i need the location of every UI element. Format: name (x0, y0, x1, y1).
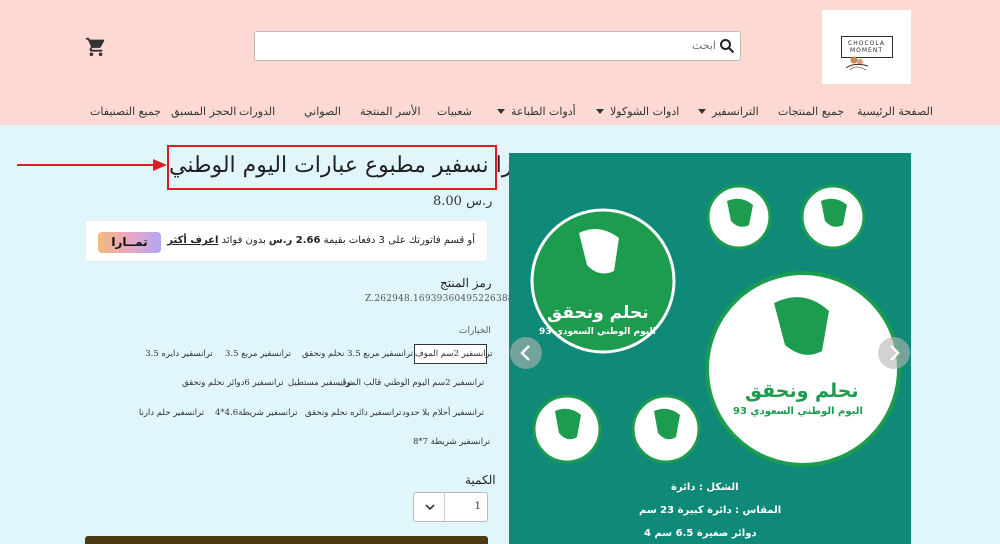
site-header: CHOCOLA MOMENT ابحث الصفحة الرئيسية جميع… (0, 0, 1000, 125)
image-subtitle-green: اليوم الوطني السعودي 93 (539, 327, 656, 337)
option-chip[interactable]: ترانسفير دائره نحلم ونحقق (305, 403, 401, 423)
image-slogan-green: نحلم ونحقق (547, 303, 649, 323)
nav-item-preorder[interactable]: الحجز المسبق (171, 102, 236, 120)
option-chip[interactable]: ترانسفير شريطة4.6*4 (215, 403, 298, 423)
product-title: ورق ترا نسفير مطبوع عبارات اليوم الوطني (169, 153, 566, 178)
annotation-arrow (17, 159, 167, 171)
option-chip[interactable]: ترانسفير 2سم الموف (414, 344, 493, 364)
nav-item-printing-tools[interactable]: أدوات الطباعة (497, 102, 576, 120)
tamara-text: أو قسم فاتورتك على 3 دفعات بقيمة 2.66 ر.… (167, 235, 475, 246)
tamara-widget: تمــارا أو قسم فاتورتك على 3 دفعات بقيمة… (85, 220, 488, 262)
image-spec-small: 4 دوائر صغيرة 6.5 سم (644, 528, 757, 539)
tamara-logo: تمــارا (98, 232, 161, 253)
product-price: 8.00 ر.س (433, 194, 493, 209)
chevron-down-icon (497, 108, 505, 114)
chevron-right-icon (890, 345, 900, 361)
slider-prev-button[interactable] (510, 337, 542, 369)
options-label: الخيارات (459, 326, 491, 336)
nav-item-productive-families[interactable]: الأسر المنتجة (360, 102, 421, 120)
quantity-select[interactable]: 1 (413, 492, 488, 522)
image-spec-size: المقاس : دائرة كبيرة 23 سم (639, 505, 782, 516)
quantity-label: الكمية (465, 473, 496, 487)
option-chip[interactable]: ترانسفير أحلام بلا حدود (400, 403, 486, 423)
nav-item-popular[interactable]: شعبيات (437, 102, 472, 120)
option-chip[interactable]: ترانسفير حلم دارنا (134, 403, 209, 423)
product-image: نحلم ونحقق اليوم الوطني السعودي 93 نحلم … (509, 153, 911, 544)
cart-icon[interactable] (85, 36, 107, 58)
tamara-text-before: أو قسم فاتورتك على 3 دفعات بقيمة (320, 235, 475, 246)
nav-item-all-categories[interactable]: جميع التصنيفات (90, 102, 161, 120)
option-chip[interactable]: ترانسفير مستطيل (288, 373, 352, 393)
annotation-highlight-box: ورق ترا نسفير مطبوع عبارات اليوم الوطني (167, 145, 566, 190)
nav-item-chocolate-tools-label: ادوات الشوكولا (610, 104, 680, 118)
image-spec-shape: الشكل : دائرة (671, 482, 739, 493)
logo-line-1: CHOCOLA (848, 40, 885, 47)
logo-flower-icon (845, 56, 869, 71)
option-chip[interactable]: ترانسفير 2سم اليوم الوطني قالب الموف (336, 373, 486, 393)
image-subtitle-white: اليوم الوطني السعودي 93 (733, 406, 863, 417)
nav-item-printing-tools-label: أدوات الطباعة (511, 104, 576, 118)
chevron-left-icon (520, 345, 530, 361)
chevron-down-icon (596, 108, 604, 114)
nav-item-transfer-label: الترانسفير (712, 104, 759, 118)
tamara-amount: 2.66 ر.س (268, 235, 321, 246)
image-slogan-white: نحلم ونحقق (745, 380, 859, 402)
sku-label: رمز المنتج (440, 276, 492, 290)
nav-item-transfer[interactable]: الترانسفير (698, 102, 759, 120)
chevron-down-icon (698, 108, 706, 114)
chevron-down-icon[interactable] (424, 502, 436, 512)
option-chip[interactable]: ترانسفير دايره 3.5 (143, 344, 215, 364)
nav-item-all-products[interactable]: جميع المنتجات (778, 102, 844, 120)
add-to-cart-button[interactable] (85, 536, 488, 544)
option-chip[interactable]: ترانسفير مربع 3.5 نحلم ونحقق (302, 344, 413, 364)
nav-item-trays[interactable]: الصواني (304, 102, 341, 120)
search-icon[interactable] (719, 38, 735, 54)
nav-item-chocolate-tools[interactable]: ادوات الشوكولا (596, 102, 679, 120)
quantity-divider (444, 493, 445, 521)
tamara-text-after: بدون فوائد (218, 235, 269, 246)
quantity-value: 1 (474, 501, 481, 512)
option-chip[interactable]: ترانسفير مربع 3.5 (224, 344, 292, 364)
nav-item-courses[interactable]: الدورات (239, 102, 275, 120)
tamara-learn-more-link[interactable]: اعرف أكثر (167, 235, 218, 246)
slider-next-button[interactable] (878, 337, 910, 369)
sku-value: Z.262948.1693936049522638883 (365, 294, 526, 304)
option-chip[interactable]: ترانسفير 6دوائر نحلم ونحقق (182, 373, 283, 393)
search-bar[interactable]: ابحث (254, 31, 741, 61)
search-input[interactable]: ابحث (692, 39, 716, 52)
option-chip[interactable]: ترانسفير شريطة 7*8 (413, 432, 490, 452)
nav-item-home[interactable]: الصفحة الرئيسية (857, 102, 933, 120)
